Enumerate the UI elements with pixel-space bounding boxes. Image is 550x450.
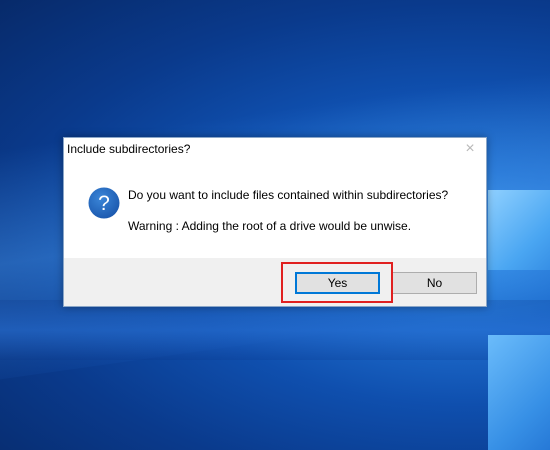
close-icon[interactable]: × [460, 139, 480, 159]
include-subdirectories-dialog: Include subdirectories? × ? Do you want … [63, 137, 487, 307]
question-icon: ? [88, 187, 120, 219]
wallpaper-window-pane [488, 335, 550, 450]
dialog-titlebar: Include subdirectories? × [64, 138, 486, 160]
highlight-box [281, 262, 393, 303]
wallpaper-window-pane [488, 190, 550, 270]
question-mark-glyph: ? [98, 192, 110, 215]
dialog-title: Include subdirectories? [67, 142, 191, 156]
dialog-message: Do you want to include files contained w… [128, 188, 449, 202]
wallpaper-light-band [0, 300, 550, 360]
dialog-warning: Warning : Adding the root of a drive wou… [128, 219, 412, 233]
no-button: No [392, 272, 477, 294]
dialog-button-bar: Yes No [64, 258, 486, 306]
